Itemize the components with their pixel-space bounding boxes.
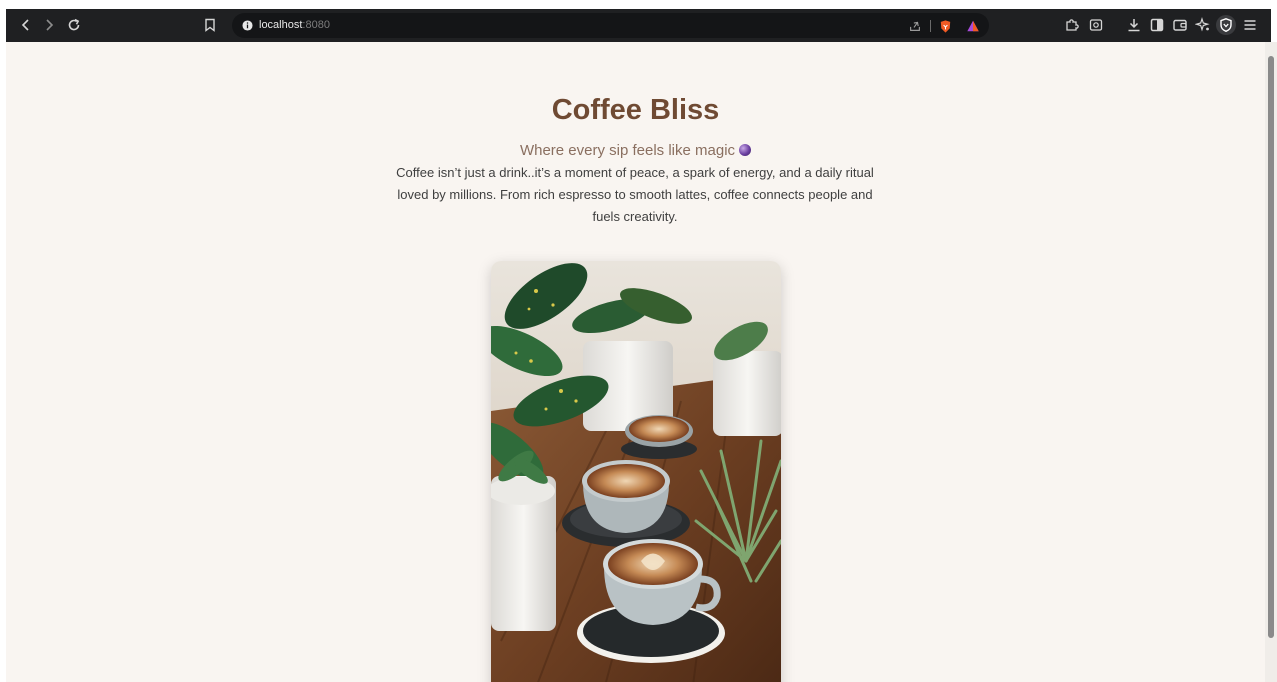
vpn-button[interactable] [1216, 15, 1236, 35]
page-title: Coffee Bliss [551, 94, 720, 126]
brave-lion-icon [940, 19, 950, 33]
scrollbar-thumb[interactable] [1268, 56, 1274, 638]
chevron-left-icon [21, 19, 29, 31]
screenshot-icon [1089, 19, 1103, 31]
page-scrollbar[interactable] [1265, 42, 1277, 682]
rewards-triangle-icon [967, 20, 979, 32]
back-button[interactable] [16, 15, 36, 35]
page-description: Coffee isn’t just a drink..it’s a moment… [396, 165, 874, 224]
url-text[interactable]: localhost:8080 [259, 18, 330, 32]
coffee-photo [491, 261, 781, 682]
bookmark-icon [205, 18, 215, 32]
share-button[interactable] [906, 17, 924, 35]
wallet-icon [1173, 19, 1187, 31]
browser-window: localhost:8080 Coffee Bliss Where every … [0, 0, 1277, 682]
puzzle-icon [1066, 19, 1079, 31]
tagline-text: Where every sip feels like magic [519, 142, 736, 159]
extensions-button[interactable] [1062, 15, 1082, 35]
chevron-right-icon [46, 19, 54, 31]
brave-shields-button[interactable] [936, 17, 954, 35]
address-bar[interactable]: localhost:8080 [232, 13, 989, 38]
main-menu-button[interactable] [1240, 15, 1260, 35]
shield-icon [1220, 18, 1232, 33]
page-tagline: Where every sip feels like magic [6, 142, 1265, 159]
window-top-edge [0, 0, 1277, 9]
browser-toolbar: localhost:8080 [6, 9, 1271, 42]
wallet-button[interactable] [1170, 15, 1190, 35]
rewards-button[interactable] [964, 17, 982, 35]
screenshot-button[interactable] [1086, 15, 1106, 35]
crystal-ball-icon [739, 144, 752, 156]
download-icon [1128, 19, 1140, 32]
reload-button[interactable] [64, 15, 84, 35]
site-info-button[interactable] [241, 19, 253, 31]
downloads-button[interactable] [1124, 15, 1144, 35]
share-icon [910, 21, 920, 31]
info-icon [241, 19, 253, 31]
url-port: :8080 [302, 19, 330, 31]
sidebar-button[interactable] [1147, 15, 1167, 35]
sparkle-icon [1195, 17, 1210, 32]
reload-icon [68, 18, 80, 31]
address-bar-separator [930, 20, 931, 32]
url-host: localhost [259, 19, 303, 31]
sidebar-icon [1150, 18, 1164, 32]
leo-ai-button[interactable] [1193, 15, 1213, 35]
bookmark-button[interactable] [200, 15, 220, 35]
forward-button[interactable] [39, 15, 59, 35]
hamburger-icon [1244, 20, 1256, 30]
page-viewport: Coffee Bliss Where every sip feels like … [6, 42, 1265, 682]
